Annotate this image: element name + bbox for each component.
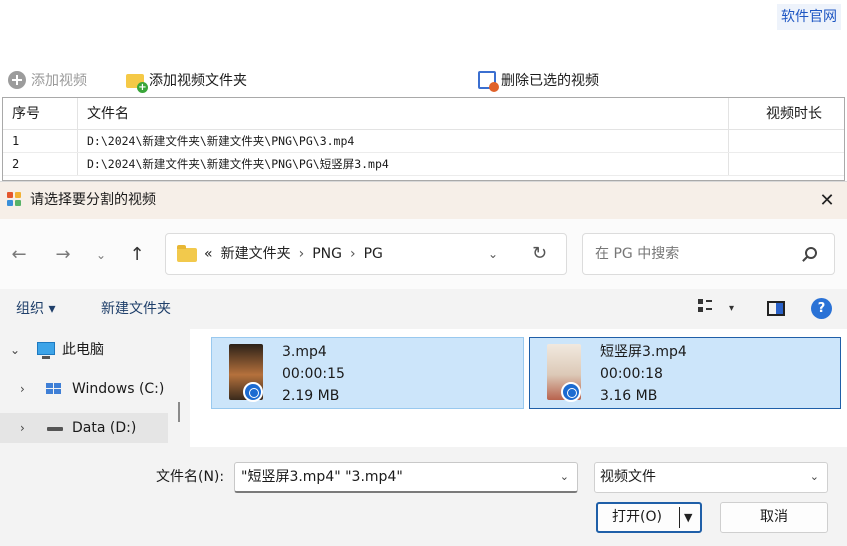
- collapse-chevron-icon[interactable]: ›: [20, 374, 25, 404]
- open-options-arrow-icon[interactable]: ▼: [684, 504, 692, 531]
- breadcrumb: « 新建文件夹 › PNG › PG: [204, 234, 383, 274]
- back-arrow-icon[interactable]: ←: [6, 243, 32, 267]
- cancel-button[interactable]: 取消: [720, 502, 828, 533]
- folder-add-icon: [126, 74, 148, 93]
- table-row[interactable]: 1 D:\2024\新建文件夹\新建文件夹\PNG\PG\3.mp4: [3, 130, 844, 153]
- breadcrumb-item[interactable]: 新建文件夹: [221, 234, 291, 274]
- header-duration[interactable]: 视频时长: [729, 98, 844, 129]
- close-icon[interactable]: ✕: [807, 182, 847, 219]
- split-divider: [679, 507, 680, 528]
- file-duration: 00:00:15: [282, 366, 345, 382]
- filename-label: 文件名(N):: [156, 469, 225, 485]
- collapse-chevron-icon[interactable]: ›: [20, 413, 25, 443]
- tree-item-windows-c[interactable]: › Windows (C:): [0, 374, 168, 404]
- tree-item-label: 此电脑: [62, 342, 104, 358]
- header-filename[interactable]: 文件名: [78, 98, 729, 129]
- recent-locations-chevron-icon[interactable]: ⌄: [88, 243, 114, 267]
- breadcrumb-separator-icon[interactable]: ›: [350, 234, 356, 274]
- delete-selected-button[interactable]: 删除已选的视频: [478, 67, 599, 93]
- breadcrumb-item[interactable]: PG: [364, 234, 383, 274]
- add-video-button[interactable]: 添加视频: [8, 67, 87, 93]
- chevron-down-icon: ⌄: [809, 470, 819, 483]
- file-item[interactable]: 短竖屏3.mp4 00:00:18 3.16 MB: [529, 337, 841, 409]
- nav-pane-scrollbar[interactable]: [178, 402, 180, 422]
- up-arrow-icon[interactable]: ↑: [124, 243, 150, 267]
- search-icon[interactable]: [805, 247, 817, 259]
- add-folder-label: 添加视频文件夹: [149, 73, 247, 89]
- expand-chevron-icon[interactable]: ⌄: [10, 335, 20, 365]
- video-player-badge-icon: [561, 382, 581, 402]
- file-size: 3.16 MB: [600, 388, 658, 404]
- table-row[interactable]: 2 D:\2024\新建文件夹\新建文件夹\PNG\PG\短竖屏3.mp4: [3, 153, 844, 176]
- file-details: 3.mp4 00:00:15 2.19 MB: [282, 341, 345, 407]
- view-options-icon[interactable]: [698, 299, 712, 313]
- app-header: 软件官网: [0, 0, 847, 64]
- view-options-caret-icon[interactable]: ▾: [729, 289, 734, 329]
- refresh-icon[interactable]: ↻: [532, 234, 547, 274]
- file-name: 短竖屏3.mp4: [600, 344, 687, 360]
- chevron-down-icon[interactable]: ⌄: [560, 463, 569, 491]
- breadcrumb-item[interactable]: PNG: [312, 234, 342, 274]
- add-folder-button[interactable]: 添加视频文件夹: [126, 67, 247, 93]
- file-duration: 00:00:18: [600, 366, 663, 382]
- dialog-title-bar: 请选择要分割的视频 ✕: [0, 182, 847, 219]
- header-index[interactable]: 序号: [3, 98, 78, 129]
- tree-item-data-d[interactable]: › Data (D:): [0, 413, 168, 443]
- row-duration: [729, 153, 844, 175]
- dialog-footer: 文件名(N): "短竖屏3.mp4" "3.mp4" ⌄ 视频文件 ⌄ 打开(O…: [0, 447, 847, 546]
- file-item[interactable]: 3.mp4 00:00:15 2.19 MB: [211, 337, 524, 409]
- windows-drive-icon: [46, 383, 62, 395]
- file-details: 短竖屏3.mp4 00:00:18 3.16 MB: [600, 341, 687, 407]
- open-button[interactable]: 打开(O) ▼: [596, 502, 702, 533]
- breadcrumb-separator-icon[interactable]: ›: [299, 234, 305, 274]
- folder-icon: [177, 245, 197, 262]
- row-index: 1: [3, 130, 78, 152]
- add-video-label: 添加视频: [31, 73, 87, 89]
- tree-item-label: Windows (C:): [72, 381, 165, 397]
- table-header: 序号 文件名 视频时长: [3, 98, 844, 130]
- delete-selected-label: 删除已选的视频: [501, 73, 599, 89]
- tree-item-this-pc[interactable]: ⌄ 此电脑: [0, 335, 168, 365]
- open-file-dialog: 请选择要分割的视频 ✕ ← → ⌄ ↑ « 新建文件夹 › PNG › PG ⌄…: [0, 181, 847, 546]
- video-player-badge-icon: [243, 382, 263, 402]
- address-bar[interactable]: « 新建文件夹 › PNG › PG ⌄ ↻: [165, 233, 567, 275]
- search-input[interactable]: 在 PG 中搜索: [582, 233, 835, 275]
- filename-value: "短竖屏3.mp4" "3.mp4": [241, 469, 403, 485]
- filetype-select[interactable]: 视频文件 ⌄: [594, 462, 828, 493]
- navigation-bar: ← → ⌄ ↑ « 新建文件夹 › PNG › PG ⌄ ↻ 在 PG 中搜索: [0, 219, 847, 289]
- file-name: 3.mp4: [282, 344, 327, 360]
- help-icon[interactable]: ?: [811, 298, 832, 319]
- address-dropdown-icon[interactable]: ⌄: [488, 234, 498, 274]
- computer-icon: [37, 342, 55, 359]
- drive-icon: [47, 427, 63, 431]
- video-list-table: 序号 文件名 视频时长 1 D:\2024\新建文件夹\新建文件夹\PNG\PG…: [2, 97, 845, 181]
- search-placeholder: 在 PG 中搜索: [595, 246, 680, 262]
- file-size: 2.19 MB: [282, 388, 340, 404]
- row-index: 2: [3, 153, 78, 175]
- official-site-link[interactable]: 软件官网: [777, 4, 841, 30]
- preview-pane-icon[interactable]: [767, 301, 785, 316]
- row-duration: [729, 130, 844, 152]
- command-bar: 组织 ▾ 新建文件夹 ▾ ?: [0, 289, 847, 329]
- open-button-label: 打开(O): [612, 509, 662, 525]
- row-filename: D:\2024\新建文件夹\新建文件夹\PNG\PG\3.mp4: [78, 130, 729, 152]
- organize-menu-button[interactable]: 组织 ▾: [16, 289, 55, 329]
- row-filename: D:\2024\新建文件夹\新建文件夹\PNG\PG\短竖屏3.mp4: [78, 153, 729, 175]
- filename-field[interactable]: "短竖屏3.mp4" "3.mp4" ⌄: [234, 462, 578, 493]
- window-delete-icon: [478, 71, 499, 92]
- breadcrumb-overflow[interactable]: «: [204, 234, 213, 274]
- app-logo-icon: [7, 192, 23, 208]
- dialog-title: 请选择要分割的视频: [30, 192, 156, 208]
- add-circle-icon: [8, 71, 26, 89]
- filetype-value: 视频文件: [600, 469, 656, 485]
- tree-item-label: Data (D:): [72, 420, 137, 436]
- navigation-pane: ⌄ 此电脑 › Windows (C:) › Data (D:): [0, 329, 190, 447]
- forward-arrow-icon[interactable]: →: [50, 243, 76, 267]
- new-folder-button[interactable]: 新建文件夹: [101, 289, 171, 329]
- file-list-area: 3.mp4 00:00:15 2.19 MB 短竖屏3.mp4 00:00:18…: [190, 329, 847, 447]
- app-toolbar: 添加视频 添加视频文件夹 删除已选的视频: [0, 64, 847, 96]
